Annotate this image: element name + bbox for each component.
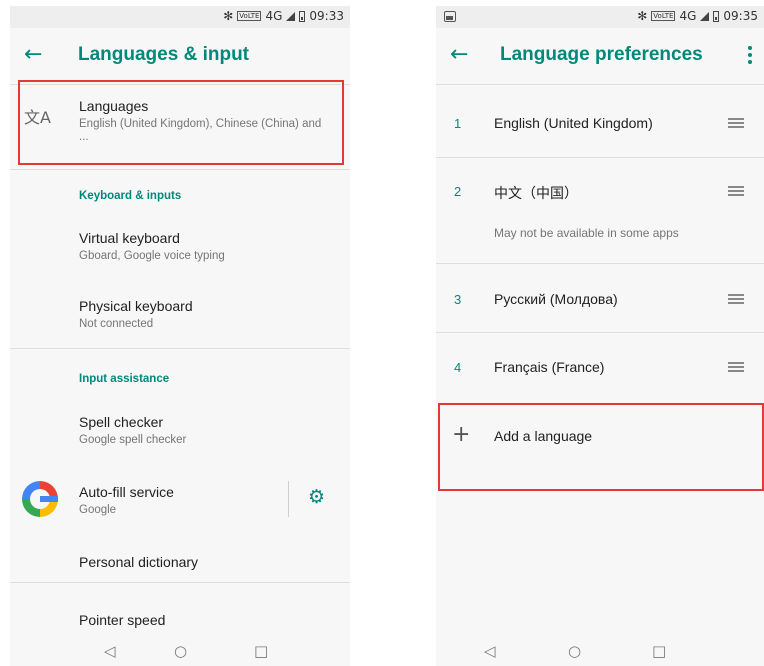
network-type: 4G	[679, 9, 697, 23]
autofill-service-item[interactable]: Auto-fill service Google ⚙	[10, 472, 350, 526]
bluetooth-icon: ✻	[223, 9, 234, 23]
divider	[10, 348, 350, 349]
google-logo-icon	[22, 481, 58, 517]
drag-handle-icon[interactable]	[728, 186, 744, 198]
drag-handle-icon[interactable]	[728, 118, 744, 130]
nav-back-icon[interactable]: ◁	[484, 642, 496, 660]
drag-handle-icon[interactable]	[728, 362, 744, 374]
vertical-separator	[288, 481, 289, 517]
language-name: Русский (Молдова)	[494, 291, 618, 307]
battery-icon	[713, 10, 720, 22]
pointer-speed-item[interactable]: Pointer speed	[10, 602, 350, 642]
signal-icon	[700, 11, 710, 21]
highlight-box	[438, 403, 764, 491]
nav-home-icon[interactable]: ○	[568, 642, 581, 660]
network-type: 4G	[265, 9, 283, 23]
image-notification-icon	[444, 11, 456, 22]
app-bar: ← Languages & input	[10, 28, 350, 84]
section-header-keyboard: Keyboard & inputs	[79, 190, 182, 202]
bluetooth-icon: ✻	[637, 9, 648, 23]
volte-icon: VoLTE	[651, 11, 676, 21]
language-row-1[interactable]: 1 English (United Kingdom)	[436, 88, 764, 156]
status-bar: ✻ VoLTE 4G 09:33	[10, 6, 350, 28]
languages-input-screen: ✻ VoLTE 4G 09:33 ← Languages & input 文A …	[10, 6, 350, 666]
language-name: English (United Kingdom)	[494, 115, 653, 131]
autofill-subtitle: Google	[79, 504, 117, 516]
physical-keyboard-subtitle: Not connected	[79, 318, 154, 330]
language-number: 4	[454, 360, 462, 375]
battery-icon	[299, 10, 306, 22]
nav-bar: ◁ ○ □	[436, 638, 764, 666]
spell-checker-title: Spell checker	[79, 414, 164, 430]
language-row-2[interactable]: 2 中文（中国） May not be available in some ap…	[436, 158, 764, 262]
language-row-4[interactable]: 4 Français (France)	[436, 333, 764, 401]
page-title: Language preferences	[500, 44, 703, 65]
language-number: 1	[454, 116, 462, 131]
virtual-keyboard-subtitle: Gboard, Google voice typing	[79, 250, 225, 262]
language-number: 3	[454, 292, 462, 307]
language-number: 2	[454, 184, 462, 199]
section-header-input-assistance: Input assistance	[79, 373, 170, 385]
divider	[10, 582, 350, 583]
nav-home-icon[interactable]: ○	[174, 642, 187, 660]
language-name: Français (France)	[494, 359, 605, 375]
status-bar: ✻ VoLTE 4G 09:35	[436, 6, 764, 28]
page-title: Languages & input	[78, 44, 249, 65]
language-row-3[interactable]: 3 Русский (Молдова)	[436, 264, 764, 332]
personal-dictionary-title: Personal dictionary	[79, 554, 199, 570]
status-time: 09:35	[723, 9, 758, 23]
highlight-box	[18, 80, 344, 165]
divider	[10, 169, 350, 170]
personal-dictionary-item[interactable]: Personal dictionary	[10, 540, 350, 584]
app-bar: ← Language preferences	[436, 28, 764, 84]
back-arrow-icon[interactable]: ←	[24, 42, 42, 68]
more-options-icon[interactable]	[748, 46, 752, 66]
language-note: May not be available in some apps	[494, 226, 679, 240]
virtual-keyboard-item[interactable]: Virtual keyboard Gboard, Google voice ty…	[10, 218, 350, 272]
back-arrow-icon[interactable]: ←	[450, 42, 468, 68]
drag-handle-icon[interactable]	[728, 294, 744, 306]
nav-bar: ◁ ○ □	[10, 638, 350, 666]
language-preferences-screen: ✻ VoLTE 4G 09:35 ← Language preferences …	[436, 6, 764, 666]
divider	[436, 84, 764, 85]
gear-icon[interactable]: ⚙	[308, 486, 325, 508]
language-name: 中文（中国）	[494, 185, 578, 201]
status-time: 09:33	[309, 9, 344, 23]
virtual-keyboard-title: Virtual keyboard	[79, 230, 180, 246]
physical-keyboard-title: Physical keyboard	[79, 298, 193, 314]
physical-keyboard-item[interactable]: Physical keyboard Not connected	[10, 286, 350, 340]
nav-back-icon[interactable]: ◁	[104, 642, 116, 660]
nav-recents-icon[interactable]: □	[254, 642, 268, 660]
signal-icon	[286, 11, 296, 21]
spell-checker-item[interactable]: Spell checker Google spell checker	[10, 402, 350, 456]
nav-recents-icon[interactable]: □	[652, 642, 666, 660]
spell-checker-subtitle: Google spell checker	[79, 434, 187, 446]
autofill-title: Auto-fill service	[79, 484, 174, 500]
pointer-speed-title: Pointer speed	[79, 612, 166, 628]
volte-icon: VoLTE	[237, 11, 262, 21]
